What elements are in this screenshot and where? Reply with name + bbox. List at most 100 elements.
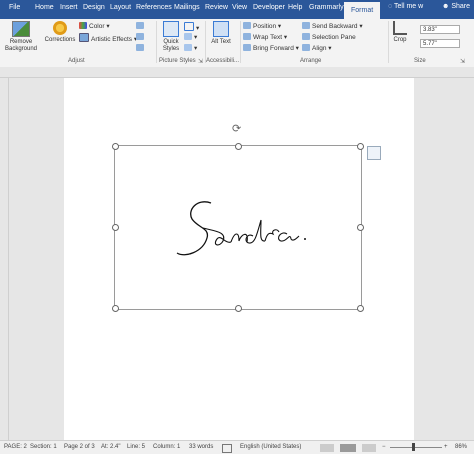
picture-layout-icon xyxy=(184,44,192,51)
ribbon-tab-bar: File Home Insert Design Layout Reference… xyxy=(0,0,474,19)
tab-review[interactable]: Review xyxy=(205,4,228,11)
tab-file[interactable]: File xyxy=(9,4,20,11)
height-input[interactable]: 3.83" xyxy=(420,25,460,34)
accessibility-group-label: Accessibili... xyxy=(206,58,240,64)
compress-pictures-button[interactable] xyxy=(136,22,146,30)
align-icon xyxy=(302,44,310,51)
proofing-icon[interactable] xyxy=(222,444,232,453)
share-icon: ☻ xyxy=(442,3,450,10)
quick-styles-button[interactable]: Quick Styles xyxy=(158,21,184,53)
selection-pane-button[interactable]: Selection Pane xyxy=(302,33,356,41)
send-backward-icon xyxy=(302,22,310,29)
position-icon xyxy=(243,22,251,29)
resize-handle-bottom-right[interactable] xyxy=(357,305,364,312)
rotate-handle-icon[interactable]: ⟳ xyxy=(232,122,241,135)
group-divider xyxy=(156,21,157,63)
crop-icon xyxy=(393,21,407,35)
status-words[interactable]: 33 words xyxy=(189,444,213,450)
read-mode-icon[interactable] xyxy=(320,444,334,452)
tab-home[interactable]: Home xyxy=(35,4,54,11)
bring-forward-icon xyxy=(243,44,251,51)
web-layout-icon[interactable] xyxy=(362,444,376,452)
resize-handle-bottom[interactable] xyxy=(235,305,242,312)
picture-border-button[interactable]: ▾ xyxy=(184,22,199,32)
print-layout-icon[interactable] xyxy=(340,444,356,452)
layout-options-icon[interactable] xyxy=(367,146,381,160)
status-language[interactable]: English (United States) xyxy=(240,444,301,450)
tell-me-label: Tell me w xyxy=(394,3,424,10)
crop-button[interactable]: Crop xyxy=(390,21,410,44)
zoom-slider[interactable] xyxy=(390,447,442,448)
corrections-label: Corrections xyxy=(44,37,76,43)
corrections-button[interactable]: Corrections xyxy=(42,21,78,44)
bring-forward-button[interactable]: Bring Forward ▾ xyxy=(243,44,299,52)
tab-insert[interactable]: Insert xyxy=(60,4,78,11)
change-picture-button[interactable] xyxy=(136,33,146,41)
tab-references[interactable]: References xyxy=(136,4,172,11)
status-column[interactable]: Column: 1 xyxy=(153,444,180,450)
horizontal-ruler[interactable] xyxy=(0,67,474,78)
resize-handle-bottom-left[interactable] xyxy=(112,305,119,312)
align-button[interactable]: Align ▾ xyxy=(302,44,332,52)
resize-handle-top-right[interactable] xyxy=(357,143,364,150)
ribbon: Remove Background Corrections Color ▾ Ar… xyxy=(0,19,474,68)
tell-me-search[interactable]: ◌ Tell me w xyxy=(388,3,423,10)
status-page[interactable]: PAGE: 2 xyxy=(4,444,27,450)
share-button[interactable]: ☻ Share xyxy=(442,3,470,10)
align-label: Align xyxy=(312,45,327,52)
tab-developer[interactable]: Developer xyxy=(253,4,285,11)
adjust-group-label: Adjust xyxy=(68,58,85,64)
remove-background-button[interactable]: Remove Background xyxy=(3,21,39,53)
alt-text-button[interactable]: Alt Text xyxy=(208,21,234,46)
lightbulb-icon: ◌ xyxy=(388,3,393,10)
compress-icon xyxy=(136,22,144,29)
width-input[interactable]: 5.77" xyxy=(420,39,460,48)
share-label: Share xyxy=(451,3,471,10)
selection-pane-icon xyxy=(302,33,310,40)
artistic-effects-button[interactable]: Artistic Effects ▾ xyxy=(79,33,137,43)
group-divider xyxy=(240,21,241,63)
tab-mailings[interactable]: Mailings xyxy=(174,4,200,11)
reset-picture-button[interactable] xyxy=(136,44,146,52)
wrap-text-button[interactable]: Wrap Text ▾ xyxy=(243,33,287,41)
tab-help[interactable]: Help xyxy=(288,4,302,11)
resize-handle-top-left[interactable] xyxy=(112,143,119,150)
tab-format[interactable]: Format xyxy=(344,2,381,19)
vertical-ruler[interactable] xyxy=(0,78,9,440)
corrections-icon xyxy=(53,21,67,35)
zoom-slider-thumb[interactable] xyxy=(412,443,415,451)
status-section[interactable]: Section: 1 xyxy=(30,444,57,450)
send-backward-button[interactable]: Send Backward ▾ xyxy=(302,22,363,30)
group-divider xyxy=(205,21,206,63)
picture-layout-button[interactable]: ▾ xyxy=(184,44,197,52)
zoom-level[interactable]: 86% xyxy=(455,444,467,450)
signature-picture[interactable] xyxy=(114,145,362,310)
reset-icon xyxy=(136,44,144,51)
picture-effects-button[interactable]: ▾ xyxy=(184,33,197,41)
status-line[interactable]: Line: 5 xyxy=(127,444,145,450)
bring-forward-label: Bring Forward xyxy=(253,45,294,52)
tab-design[interactable]: Design xyxy=(83,4,105,11)
zoom-in-icon[interactable]: + xyxy=(444,444,448,450)
signature-image xyxy=(176,201,306,256)
resize-handle-left[interactable] xyxy=(112,224,119,231)
artistic-effects-icon xyxy=(79,33,89,42)
picture-styles-group-label: Picture Styles xyxy=(159,58,196,64)
zoom-out-icon[interactable]: − xyxy=(382,444,386,450)
crop-label: Crop xyxy=(393,37,407,43)
remove-background-icon xyxy=(12,21,30,37)
picture-styles-launcher-icon[interactable]: ⇲ xyxy=(198,58,203,65)
send-backward-label: Send Backward xyxy=(312,23,358,30)
tab-layout[interactable]: Layout xyxy=(110,4,131,11)
resize-handle-right[interactable] xyxy=(357,224,364,231)
status-at[interactable]: At: 2.4" xyxy=(101,444,120,450)
color-button[interactable]: Color ▾ xyxy=(79,22,110,30)
size-launcher-icon[interactable]: ⇲ xyxy=(460,58,465,65)
resize-handle-top[interactable] xyxy=(235,143,242,150)
position-button[interactable]: Position ▾ xyxy=(243,22,281,30)
tab-view[interactable]: View xyxy=(232,4,247,11)
tab-grammarly[interactable]: Grammarly xyxy=(309,4,344,11)
status-page-of[interactable]: Page 2 of 3 xyxy=(64,444,95,450)
change-picture-icon xyxy=(136,33,144,40)
position-label: Position xyxy=(253,23,277,30)
